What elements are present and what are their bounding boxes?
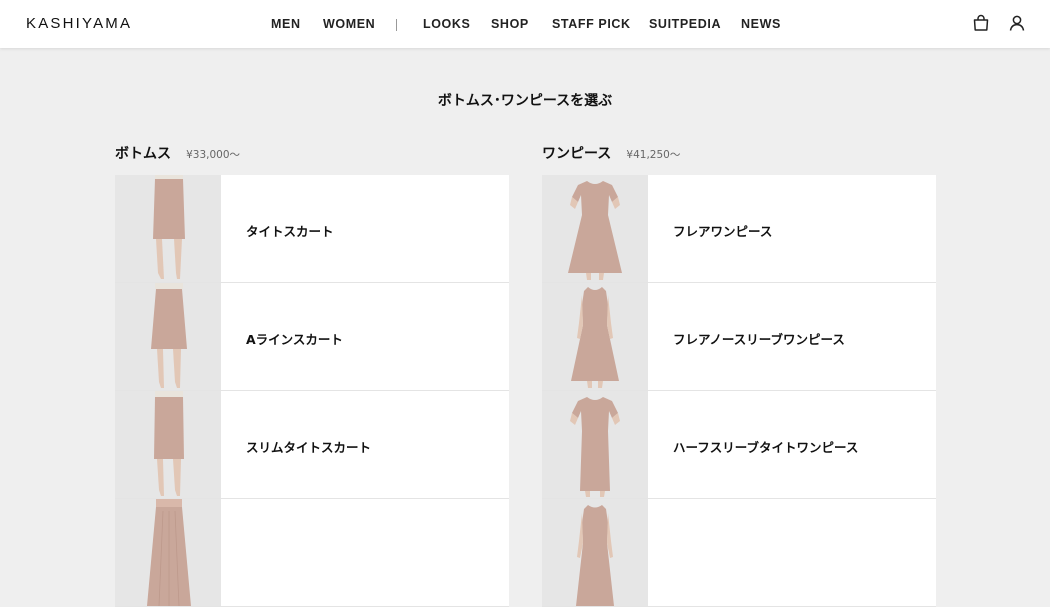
skirt-image: [115, 391, 221, 498]
product-card[interactable]: ハーフスリーブタイトワンピース: [542, 391, 936, 499]
product-name: ハーフスリーブタイトワンピース: [673, 440, 859, 455]
site-header: KASHIYAMA MEN WOMEN LOOKS SHOP STAFF PIC…: [0, 0, 1050, 48]
product-name: フレアノースリーブワンピース: [673, 332, 845, 347]
section-header: ボトムス ¥33,000～: [115, 143, 509, 167]
skirt-image: [115, 175, 221, 282]
product-card[interactable]: フレアノースリーブワンピース: [542, 283, 936, 391]
section-header: ワンピース ¥41,250～: [542, 143, 936, 167]
product-card[interactable]: Aラインスカート: [115, 283, 509, 391]
nav-item-looks[interactable]: LOOKS: [423, 17, 470, 31]
nav-item-shop[interactable]: SHOP: [491, 17, 529, 31]
product-name: タイトスカート: [246, 224, 334, 239]
dress-image: [542, 175, 648, 282]
nav-item-news[interactable]: NEWS: [741, 17, 781, 31]
product-card[interactable]: タイトスカート: [115, 175, 509, 283]
section-title: ワンピース: [542, 146, 612, 162]
dress-image: [542, 391, 648, 498]
product-card[interactable]: フレアワンピース: [542, 175, 936, 283]
bag-icon[interactable]: [972, 14, 990, 32]
product-card[interactable]: スリムタイトスカート: [115, 391, 509, 499]
product-name: スリムタイトスカート: [246, 440, 372, 455]
section-title: ボトムス: [115, 146, 171, 162]
nav-item-staff-pick[interactable]: STAFF PICK: [552, 17, 631, 31]
section-price: ¥41,250～: [626, 149, 681, 161]
product-name: Aラインスカート: [246, 332, 343, 347]
product-card[interactable]: [542, 499, 936, 607]
main-nav: MEN WOMEN LOOKS SHOP STAFF PICK SUITPEDI…: [0, 17, 1050, 33]
product-card[interactable]: [115, 499, 509, 607]
nav-item-women[interactable]: WOMEN: [323, 17, 375, 31]
nav-divider: [396, 19, 397, 31]
dress-image: [542, 499, 648, 606]
skirt-image: [115, 283, 221, 390]
dress-image: [542, 283, 648, 390]
section-price: ¥33,000～: [186, 149, 241, 161]
product-list: タイトスカート Aラインスカート スリムタイトスカート: [115, 175, 509, 607]
product-list: フレアワンピース フレアノースリーブワンピース ハーフスリーブタイトワンピース: [542, 175, 936, 607]
bottoms-section: ボトムス ¥33,000～ タイトスカート Aラインスカート スリムタイトスカー…: [115, 143, 509, 607]
dresses-section: ワンピース ¥41,250～ フレアワンピース フレアノースリーブワンピース ハ…: [542, 143, 936, 607]
skirt-image: [115, 499, 221, 606]
nav-item-suitpedia[interactable]: SUITPEDIA: [649, 17, 721, 31]
account-icon[interactable]: [1008, 14, 1026, 32]
nav-item-men[interactable]: MEN: [271, 17, 301, 31]
page-title: ボトムス･ワンピースを選ぶ: [437, 93, 613, 109]
product-name: フレアワンピース: [673, 224, 773, 239]
